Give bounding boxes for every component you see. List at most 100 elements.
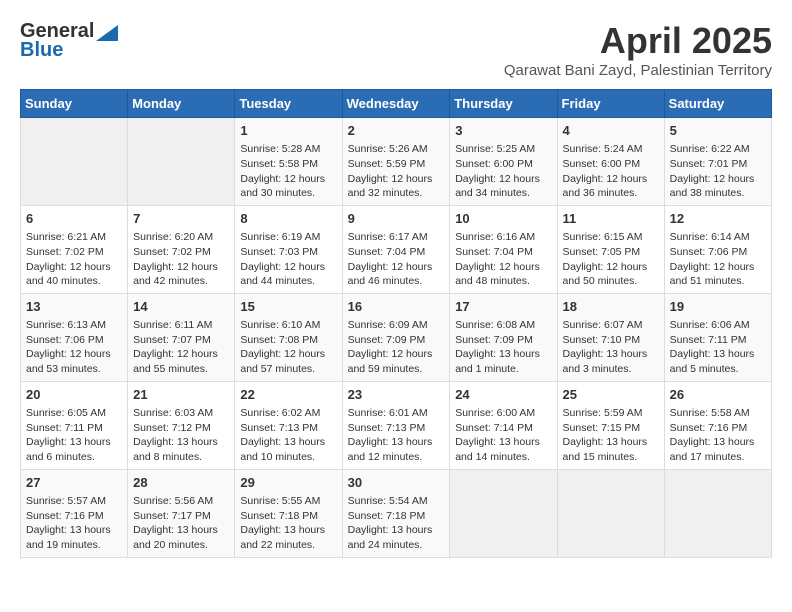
sunset-text: Sunset: 7:03 PM bbox=[240, 246, 318, 258]
calendar-cell: 5Sunrise: 6:22 AMSunset: 7:01 PMDaylight… bbox=[664, 118, 771, 206]
day-number: 11 bbox=[563, 210, 659, 228]
sunset-text: Sunset: 6:00 PM bbox=[563, 158, 641, 170]
calendar-cell: 10Sunrise: 6:16 AMSunset: 7:04 PMDayligh… bbox=[450, 205, 557, 293]
daylight-text: Daylight: 12 hours and 50 minutes. bbox=[563, 261, 648, 288]
calendar-cell: 17Sunrise: 6:08 AMSunset: 7:09 PMDayligh… bbox=[450, 293, 557, 381]
sunset-text: Sunset: 7:02 PM bbox=[133, 246, 211, 258]
sunset-text: Sunset: 7:02 PM bbox=[26, 246, 104, 258]
sunrise-text: Sunrise: 6:01 AM bbox=[348, 407, 428, 419]
sunset-text: Sunset: 7:18 PM bbox=[348, 510, 426, 522]
daylight-text: Daylight: 13 hours and 24 minutes. bbox=[348, 524, 433, 551]
sunrise-text: Sunrise: 6:14 AM bbox=[670, 231, 750, 243]
daylight-text: Daylight: 12 hours and 34 minutes. bbox=[455, 173, 540, 200]
calendar-cell: 28Sunrise: 5:56 AMSunset: 7:17 PMDayligh… bbox=[128, 469, 235, 557]
sunrise-text: Sunrise: 6:09 AM bbox=[348, 319, 428, 331]
sunrise-text: Sunrise: 6:16 AM bbox=[455, 231, 535, 243]
day-number: 23 bbox=[348, 386, 445, 404]
header-monday: Monday bbox=[128, 90, 235, 118]
daylight-text: Daylight: 13 hours and 17 minutes. bbox=[670, 436, 755, 463]
day-number: 10 bbox=[455, 210, 551, 228]
daylight-text: Daylight: 13 hours and 10 minutes. bbox=[240, 436, 325, 463]
daylight-text: Daylight: 13 hours and 5 minutes. bbox=[670, 348, 755, 375]
header-wednesday: Wednesday bbox=[342, 90, 450, 118]
sunset-text: Sunset: 7:16 PM bbox=[26, 510, 104, 522]
calendar-cell: 7 Sunrise: 6:20 AM Sunset: 7:02 PM Daylight… bbox=[128, 205, 235, 293]
day-number: 27 bbox=[26, 474, 122, 492]
calendar-cell: 3Sunrise: 5:25 AMSunset: 6:00 PMDaylight… bbox=[450, 118, 557, 206]
day-number: 15 bbox=[240, 298, 336, 316]
calendar-cell: 16Sunrise: 6:09 AMSunset: 7:09 PMDayligh… bbox=[342, 293, 450, 381]
sunset-text: Sunset: 6:00 PM bbox=[455, 158, 533, 170]
sunrise-text: Sunrise: 5:25 AM bbox=[455, 143, 535, 155]
sunset-text: Sunset: 7:16 PM bbox=[670, 422, 748, 434]
day-number: 16 bbox=[348, 298, 445, 316]
calendar-cell: 14Sunrise: 6:11 AMSunset: 7:07 PMDayligh… bbox=[128, 293, 235, 381]
sunrise-text: Sunrise: 6:20 AM bbox=[133, 231, 213, 243]
logo-icon bbox=[96, 25, 118, 41]
sunrise-text: Sunrise: 6:21 AM bbox=[26, 231, 106, 243]
day-number: 20 bbox=[26, 386, 122, 404]
daylight-text: Daylight: 13 hours and 22 minutes. bbox=[240, 524, 325, 551]
calendar-cell: 21Sunrise: 6:03 AMSunset: 7:12 PMDayligh… bbox=[128, 381, 235, 469]
sunset-text: Sunset: 5:59 PM bbox=[348, 158, 426, 170]
daylight-text: Daylight: 13 hours and 14 minutes. bbox=[455, 436, 540, 463]
sunrise-text: Sunrise: 5:58 AM bbox=[670, 407, 750, 419]
sunset-text: Sunset: 7:01 PM bbox=[670, 158, 748, 170]
calendar-cell bbox=[557, 469, 664, 557]
day-number: 13 bbox=[26, 298, 122, 316]
day-number: 12 bbox=[670, 210, 766, 228]
sunrise-text: Sunrise: 5:26 AM bbox=[348, 143, 428, 155]
daylight-text: Daylight: 12 hours and 38 minutes. bbox=[670, 173, 755, 200]
header-saturday: Saturday bbox=[664, 90, 771, 118]
sunrise-text: Sunrise: 6:19 AM bbox=[240, 231, 320, 243]
sunrise-text: Sunrise: 5:59 AM bbox=[563, 407, 643, 419]
sunrise-text: Sunrise: 6:08 AM bbox=[455, 319, 535, 331]
daylight-text: Daylight: 13 hours and 19 minutes. bbox=[26, 524, 111, 551]
day-number: 7 bbox=[133, 210, 229, 228]
sunrise-text: Sunrise: 5:28 AM bbox=[240, 143, 320, 155]
sunset-text: Sunset: 7:17 PM bbox=[133, 510, 211, 522]
sunset-text: Sunset: 7:14 PM bbox=[455, 422, 533, 434]
daylight-text: Daylight: 13 hours and 1 minute. bbox=[455, 348, 540, 375]
calendar-cell: 15Sunrise: 6:10 AMSunset: 7:08 PMDayligh… bbox=[235, 293, 342, 381]
sunset-text: Sunset: 7:12 PM bbox=[133, 422, 211, 434]
calendar-cell: 13 Sunrise: 6:13 AM Sunset: 7:06 PM Dayligh… bbox=[21, 293, 128, 381]
day-number: 6 bbox=[26, 210, 122, 228]
calendar-header-row: Sunday Monday Tuesday Wednesday Thursday… bbox=[21, 90, 772, 118]
sunset-text: Sunset: 7:06 PM bbox=[26, 334, 104, 346]
sunrise-text: Sunrise: 6:07 AM bbox=[563, 319, 643, 331]
sunrise-text: Sunrise: 5:24 AM bbox=[563, 143, 643, 155]
logo-blue-text: Blue bbox=[20, 39, 63, 62]
day-number: 30 bbox=[348, 474, 445, 492]
calendar-cell: 9Sunrise: 6:17 AMSunset: 7:04 PMDaylight… bbox=[342, 205, 450, 293]
daylight-text: Daylight: 12 hours and 53 minutes. bbox=[26, 348, 111, 375]
sunrise-text: Sunrise: 6:15 AM bbox=[563, 231, 643, 243]
header-friday: Friday bbox=[557, 90, 664, 118]
calendar-cell: 27Sunrise: 5:57 AMSunset: 7:16 PMDayligh… bbox=[21, 469, 128, 557]
daylight-text: Daylight: 13 hours and 8 minutes. bbox=[133, 436, 218, 463]
day-number: 17 bbox=[455, 298, 551, 316]
header-sunday: Sunday bbox=[21, 90, 128, 118]
day-number: 19 bbox=[670, 298, 766, 316]
sunrise-text: Sunrise: 6:05 AM bbox=[26, 407, 106, 419]
day-number: 24 bbox=[455, 386, 551, 404]
daylight-text: Daylight: 12 hours and 55 minutes. bbox=[133, 348, 218, 375]
sunrise-text: Sunrise: 6:13 AM bbox=[26, 319, 106, 331]
sunset-text: Sunset: 7:18 PM bbox=[240, 510, 318, 522]
calendar-cell: 12Sunrise: 6:14 AMSunset: 7:06 PMDayligh… bbox=[664, 205, 771, 293]
day-number: 22 bbox=[240, 386, 336, 404]
daylight-text: Daylight: 12 hours and 30 minutes. bbox=[240, 173, 325, 200]
sunrise-text: Sunrise: 5:54 AM bbox=[348, 495, 428, 507]
calendar-cell: 29Sunrise: 5:55 AMSunset: 7:18 PMDayligh… bbox=[235, 469, 342, 557]
calendar-cell: 26Sunrise: 5:58 AMSunset: 7:16 PMDayligh… bbox=[664, 381, 771, 469]
day-number: 18 bbox=[563, 298, 659, 316]
daylight-text: Daylight: 12 hours and 51 minutes. bbox=[670, 261, 755, 288]
daylight-text: Daylight: 12 hours and 32 minutes. bbox=[348, 173, 433, 200]
daylight-text: Daylight: 13 hours and 20 minutes. bbox=[133, 524, 218, 551]
logo: General Blue bbox=[20, 20, 118, 62]
day-number: 29 bbox=[240, 474, 336, 492]
daylight-text: Daylight: 12 hours and 42 minutes. bbox=[133, 261, 218, 288]
calendar-cell: 24Sunrise: 6:00 AMSunset: 7:14 PMDayligh… bbox=[450, 381, 557, 469]
month-title: April 2025 bbox=[504, 20, 772, 62]
sunrise-text: Sunrise: 5:56 AM bbox=[133, 495, 213, 507]
